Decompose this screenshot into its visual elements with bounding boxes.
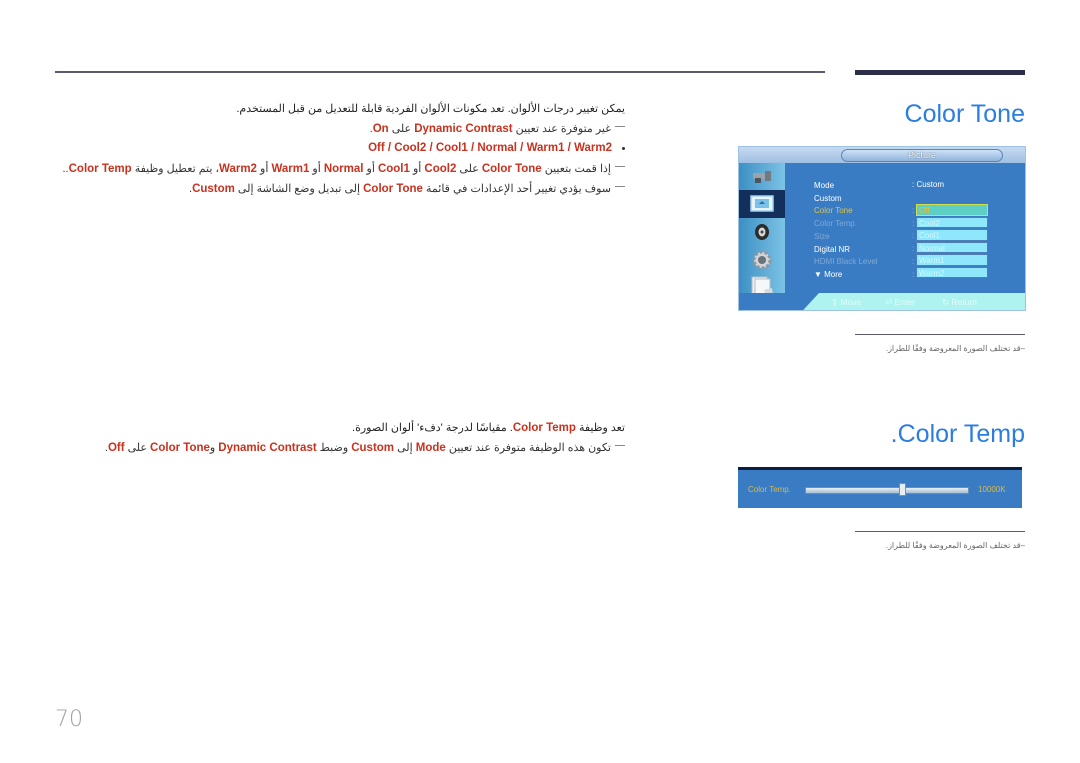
caption-rule [855, 334, 1025, 335]
color-tone-note-3: سوف يؤدي تغيير أحد الإعدادات في قائمة Co… [189, 182, 625, 195]
osd-menu-rows: Mode Custom Color Tone Color Temp. Size … [814, 180, 878, 282]
osd-row-hdmi-black-level: HDMI Black Level [814, 257, 878, 267]
nav-return[interactable]: ↻ Return [942, 297, 977, 308]
input-icon[interactable] [745, 165, 779, 187]
section-title-color-temp: .Color Temp [890, 420, 1025, 448]
dropdown-option-warm2[interactable]: Warm2 [916, 266, 988, 278]
color-temp-slider-panel: Color Temp. 10000K [738, 467, 1022, 508]
osd-row-size: Size [814, 231, 830, 241]
color-temp-value: 10000K [978, 485, 1006, 494]
enter-icon: ⏎ [885, 297, 893, 307]
color-tone-caption: –قد تختلف الصورة المعروضة وفقًا للطراز. [885, 344, 1025, 353]
osd-row-color-temp: Color Temp. [814, 219, 857, 229]
osd-row-more[interactable]: ▼ More [814, 269, 878, 282]
dropdown-option-off[interactable]: Off [916, 204, 988, 216]
color-temp-description: تعد وظيفة Color Temp. مقياسًا لدرجة 'دفء… [352, 422, 625, 434]
section-title-color-tone: Color Tone [904, 100, 1025, 128]
osd-mode-value: : Custom [912, 180, 945, 189]
dropdown-option-warm1[interactable]: Warm1 [916, 254, 988, 266]
color-tone-description: يمكن تغيير درجات الألوان. تعد مكونات الأ… [236, 103, 625, 115]
note-dash [615, 185, 625, 187]
osd-row-digital-nr[interactable]: Digital NR [814, 244, 878, 257]
caption-rule [855, 531, 1025, 532]
color-temp-caption: –قد تختلف الصورة المعروضة وفقًا للطراز. [885, 541, 1025, 550]
sound-icon[interactable] [745, 221, 779, 243]
dropdown-option-cool1[interactable]: Cool1 [916, 229, 988, 241]
setup-icon[interactable] [745, 249, 779, 271]
return-icon: ↻ [942, 297, 950, 307]
dropdown-option-cool2[interactable]: Cool2 [916, 216, 988, 228]
dropdown-option-normal[interactable]: Normal [916, 241, 988, 253]
color-tone-note-1: غير متوفرة عند تعيين Dynamic Contrast عل… [370, 122, 625, 135]
osd-row-mode[interactable]: Mode [814, 180, 878, 193]
osd-row-color-tone[interactable]: Color Tone [814, 205, 878, 218]
header-accent-bar [855, 70, 1025, 75]
osd-colons: :::::: [912, 206, 915, 279]
color-temp-label: Color Temp. [748, 485, 791, 494]
nav-enter[interactable]: ⏎ Enter [885, 297, 915, 308]
updown-arrow-icon: ⇕ [831, 297, 839, 307]
color-temp-note-1: تكون هذه الوظيفة متوفرة عند تعيين Mode إ… [105, 441, 625, 454]
note-dash [615, 125, 625, 127]
note-dash [615, 444, 625, 446]
osd-row-custom[interactable]: Custom [814, 193, 878, 206]
nav-move[interactable]: ⇕ Move [831, 297, 861, 308]
color-temp-slider-thumb[interactable] [899, 483, 907, 496]
color-tone-note-2: إذا قمت بتعيين Color Tone على Cool2 أو C… [62, 162, 625, 175]
color-temp-slider-track[interactable] [805, 487, 969, 494]
note-dash [615, 165, 625, 167]
osd-title: Picture [841, 149, 1003, 162]
color-tone-options: Off / Cool2 / Cool1 / Normal / Warm1 / W… [368, 142, 625, 154]
osd-picture-menu: Picture Mode Custom Color Tone Color Tem… [738, 146, 1026, 311]
page-number: 70 [55, 707, 83, 732]
bullet [622, 146, 625, 150]
color-tone-dropdown[interactable]: Off Cool2 Cool1 Normal Warm1 Warm2 [916, 204, 988, 279]
header-rule [55, 71, 825, 73]
osd-sidebar [739, 163, 785, 299]
picture-icon[interactable] [745, 193, 779, 215]
